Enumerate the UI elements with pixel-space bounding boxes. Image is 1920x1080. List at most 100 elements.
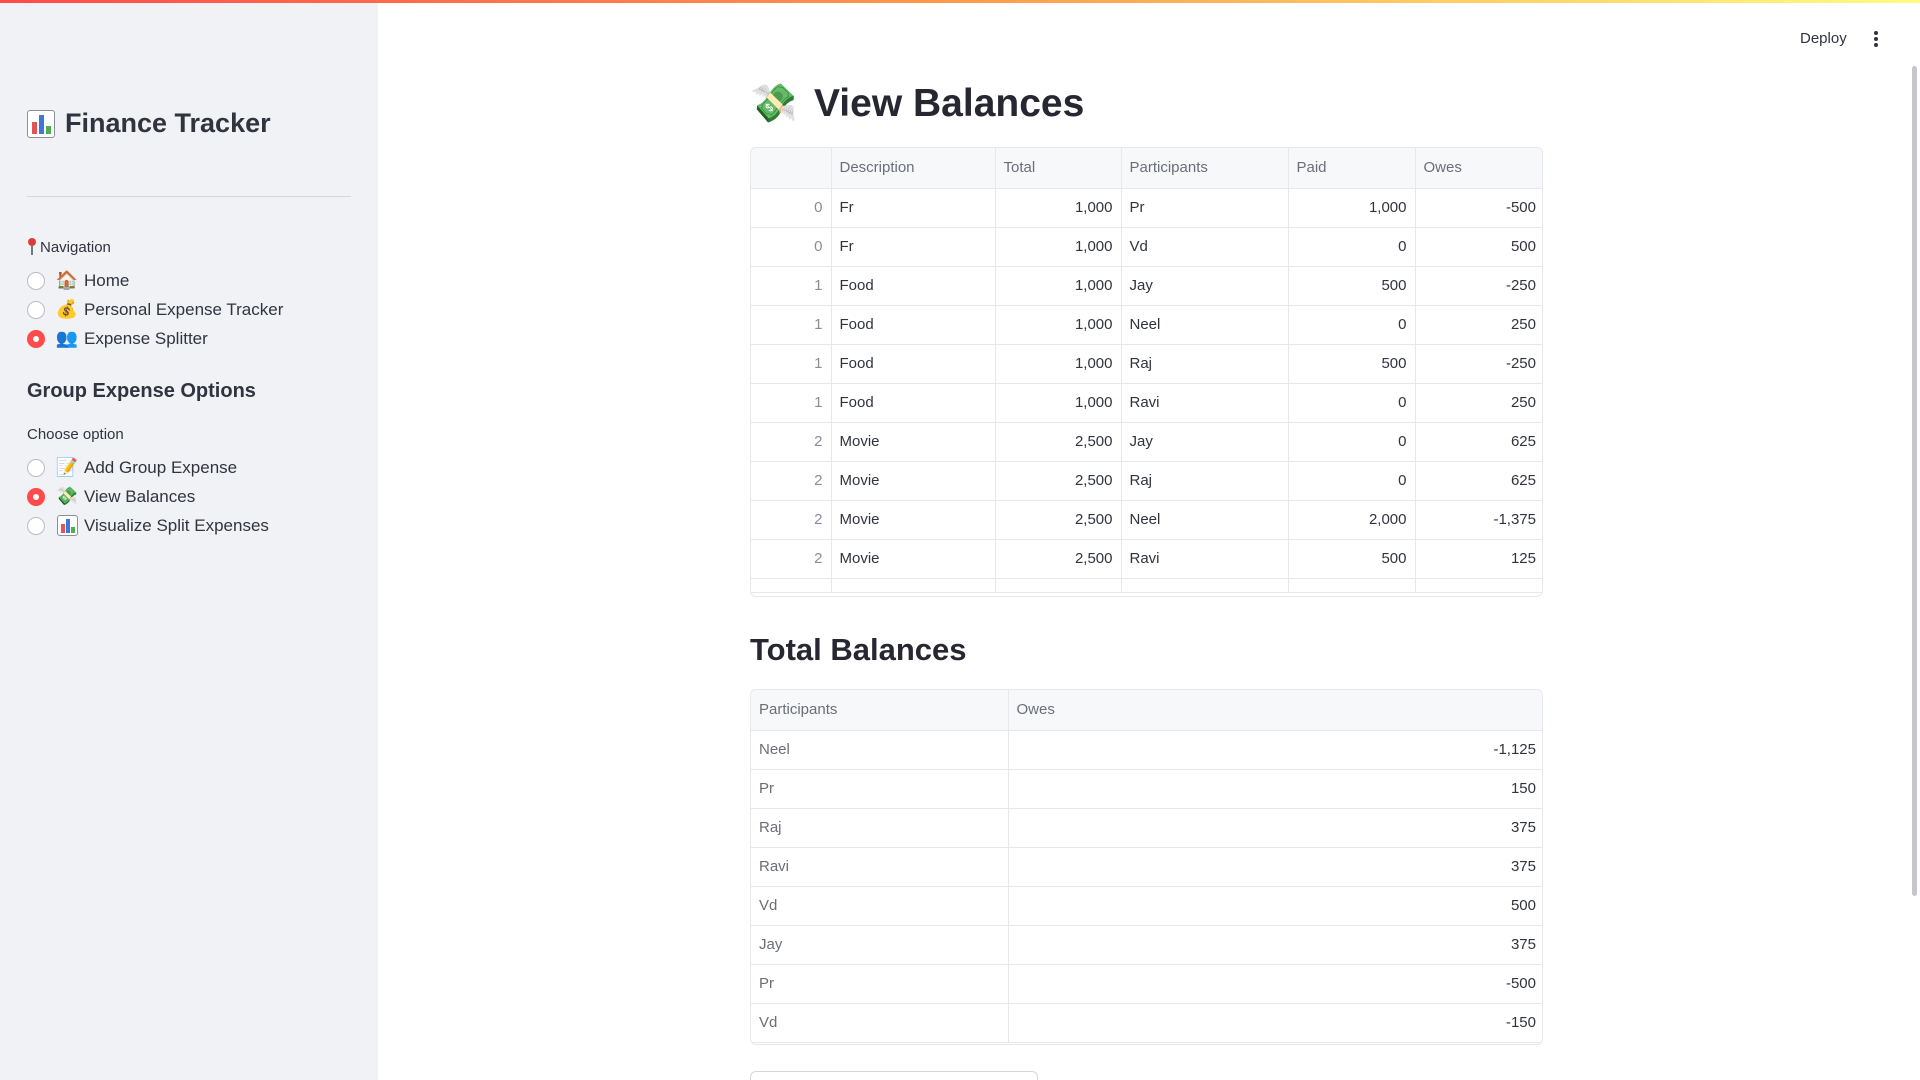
table-row[interactable]: 0 Fr 1,000 Vd 0 500 (751, 227, 1542, 267)
cell-participant[interactable]: Neel (1121, 305, 1289, 345)
cell-participant[interactable]: Raj (751, 808, 1009, 848)
cell-owes[interactable]: -1,375 (1415, 500, 1542, 540)
table-row[interactable]: Jay 375 (751, 925, 1542, 965)
table-row[interactable]: 1 Food 1,000 Ravi 0 250 (751, 383, 1542, 423)
cell-owes[interactable]: 500 (1415, 227, 1542, 267)
option-visualize-split-expenses[interactable]: Visualize Split Expenses (27, 511, 269, 540)
table-row[interactable]: 2 Movie 2,500 Jay 0 625 (751, 422, 1542, 462)
table-row-partial[interactable] (751, 578, 1542, 593)
cell-description[interactable]: Fr (831, 188, 996, 228)
cell-owes[interactable]: 500 (1008, 886, 1542, 926)
cell-participant[interactable]: Pr (1121, 188, 1289, 228)
cell-participant[interactable]: Ravi (751, 847, 1009, 887)
table-row[interactable]: 2 Movie 2,500 Raj 0 625 (751, 461, 1542, 501)
totals-table[interactable]: Participants Owes Neel -1,125 Pr 150 Raj 375… (750, 689, 1543, 1045)
deploy-button[interactable]: Deploy (1800, 30, 1847, 47)
cell-participant[interactable]: Jay (1121, 266, 1289, 306)
cell-paid[interactable]: 0 (1288, 305, 1416, 345)
cell-total[interactable]: 1,000 (995, 305, 1122, 345)
cell-description[interactable]: Movie (831, 500, 996, 540)
cell-paid[interactable]: 500 (1288, 539, 1416, 579)
cell-participant[interactable]: Ravi (1121, 383, 1289, 423)
table-row[interactable]: Pr -500 (751, 964, 1542, 1004)
table-row[interactable]: 2 Movie 2,500 Ravi 500 125 (751, 539, 1542, 579)
table-row[interactable]: Neel -1,125 (751, 730, 1542, 770)
option-view-balances[interactable]: 💸 View Balances (27, 482, 269, 511)
row-index[interactable]: 2 (751, 500, 832, 540)
nav-item-expense-splitter[interactable]: 👥 Expense Splitter (27, 324, 283, 353)
cell-owes[interactable]: 250 (1415, 305, 1542, 345)
cell-participant[interactable]: Jay (1121, 422, 1289, 462)
cell-description[interactable]: Movie (831, 422, 996, 462)
cell-total[interactable]: 1,000 (995, 383, 1122, 423)
column-header-participants[interactable]: Participants (1121, 148, 1289, 189)
cell-owes[interactable]: 375 (1008, 808, 1542, 848)
partially-visible-button[interactable] (750, 1071, 1038, 1080)
row-index[interactable]: 1 (751, 266, 832, 306)
cell-owes[interactable]: -500 (1415, 188, 1542, 228)
table-row[interactable]: 1 Food 1,000 Raj 500 -250 (751, 344, 1542, 384)
page-scrollbar[interactable] (1912, 66, 1917, 896)
row-index[interactable]: 0 (751, 188, 832, 228)
cell-total[interactable]: 2,500 (995, 461, 1122, 501)
cell-owes[interactable]: -250 (1415, 344, 1542, 384)
row-index[interactable]: 2 (751, 539, 832, 579)
cell-paid[interactable]: 0 (1288, 383, 1416, 423)
cell-owes[interactable]: 150 (1008, 769, 1542, 809)
column-header-owes[interactable]: Owes (1008, 690, 1542, 731)
nav-item-personal-expense-tracker[interactable]: 💰 Personal Expense Tracker (27, 295, 283, 324)
cell-paid[interactable]: 500 (1288, 344, 1416, 384)
cell-participant[interactable]: Vd (1121, 227, 1289, 267)
table-row[interactable]: 0 Fr 1,000 Pr 1,000 -500 (751, 188, 1542, 228)
cell-description[interactable]: Movie (831, 461, 996, 501)
table-row[interactable]: 2 Movie 2,500 Neel 2,000 -1,375 (751, 500, 1542, 540)
column-header-paid[interactable]: Paid (1288, 148, 1416, 189)
table-row[interactable]: 1 Food 1,000 Jay 500 -250 (751, 266, 1542, 306)
column-header-index[interactable] (751, 148, 832, 189)
cell-total[interactable]: 2,500 (995, 500, 1122, 540)
cell-paid[interactable]: 0 (1288, 227, 1416, 267)
cell-owes[interactable]: 625 (1415, 461, 1542, 501)
row-index[interactable]: 0 (751, 227, 832, 267)
cell-participant[interactable]: Raj (1121, 344, 1289, 384)
row-index[interactable]: 2 (751, 422, 832, 462)
expenses-table[interactable]: Description Total Participants Paid Owes… (750, 147, 1543, 597)
cell-owes[interactable]: 250 (1415, 383, 1542, 423)
cell-total[interactable]: 2,500 (995, 539, 1122, 579)
cell-owes[interactable]: -150 (1008, 1003, 1542, 1043)
row-index[interactable]: 1 (751, 305, 832, 345)
radio-button[interactable] (27, 271, 45, 290)
cell-description[interactable]: Fr (831, 227, 996, 267)
table-row[interactable]: Pr 150 (751, 769, 1542, 809)
main-menu-icon[interactable] (1874, 31, 1878, 47)
cell-owes[interactable]: 625 (1415, 422, 1542, 462)
cell-total[interactable]: 1,000 (995, 227, 1122, 267)
cell-paid[interactable]: 500 (1288, 266, 1416, 306)
cell-total[interactable]: 1,000 (995, 266, 1122, 306)
cell-owes[interactable]: -1,125 (1008, 730, 1542, 770)
cell-participant[interactable]: Raj (1121, 461, 1289, 501)
cell-description[interactable]: Food (831, 266, 996, 306)
cell-owes[interactable]: -250 (1415, 266, 1542, 306)
cell-total[interactable]: 2,500 (995, 422, 1122, 462)
cell-participant[interactable]: Ravi (1121, 539, 1289, 579)
cell-description[interactable]: Food (831, 305, 996, 345)
radio-button[interactable] (27, 300, 45, 319)
cell-total[interactable]: 1,000 (995, 344, 1122, 384)
cell-participant[interactable]: Pr (751, 769, 1009, 809)
cell-participant[interactable]: Vd (751, 886, 1009, 926)
radio-button-selected[interactable] (27, 487, 45, 506)
cell-participant[interactable]: Neel (1121, 500, 1289, 540)
radio-button-selected[interactable] (27, 329, 45, 348)
cell-owes[interactable]: 375 (1008, 847, 1542, 887)
table-row[interactable]: Vd -150 (751, 1003, 1542, 1043)
column-header-description[interactable]: Description (831, 148, 996, 189)
cell-paid[interactable]: 1,000 (1288, 188, 1416, 228)
cell-description[interactable]: Food (831, 383, 996, 423)
column-header-owes[interactable]: Owes (1415, 148, 1542, 189)
table-row[interactable]: Raj 375 (751, 808, 1542, 848)
table-row[interactable]: Vd 500 (751, 886, 1542, 926)
radio-button[interactable] (27, 458, 45, 477)
column-header-total[interactable]: Total (995, 148, 1122, 189)
cell-total[interactable]: 1,000 (995, 188, 1122, 228)
